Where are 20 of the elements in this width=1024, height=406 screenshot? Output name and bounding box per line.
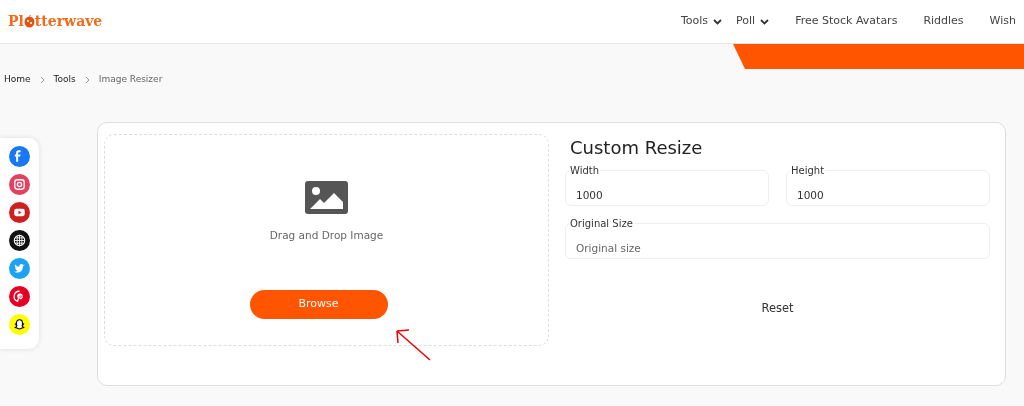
annotation-arrow <box>394 327 432 361</box>
nav-link[interactable]: Tools <box>680 13 723 30</box>
chevron-icon <box>84 76 90 84</box>
field-label: Height <box>790 163 826 178</box>
nav-link[interactable]: Free Stock Avatars <box>795 13 898 30</box>
drop-instruction: Drag and Drop Image <box>269 228 384 243</box>
nav-link[interactable]: Poll <box>736 13 770 30</box>
social-icon[interactable] <box>9 314 30 335</box>
nav-link[interactable]: Riddles <box>923 13 964 30</box>
social-icon[interactable] <box>9 230 30 251</box>
nav-link[interactable]: Wish <box>989 13 1016 30</box>
image-icon <box>305 181 348 214</box>
section-title: Custom Resize <box>569 136 704 160</box>
breadcrumb-link[interactable]: Tools <box>53 73 76 87</box>
breadcrumb-link[interactable]: Home <box>4 73 31 87</box>
field-label: Original Size <box>569 216 634 231</box>
reset-button[interactable]: Reset <box>755 299 800 319</box>
logo-icon <box>23 15 35 28</box>
chevron-icon <box>39 76 45 84</box>
drop-zone[interactable]: Drag and Drop Image Browse <box>104 134 549 346</box>
